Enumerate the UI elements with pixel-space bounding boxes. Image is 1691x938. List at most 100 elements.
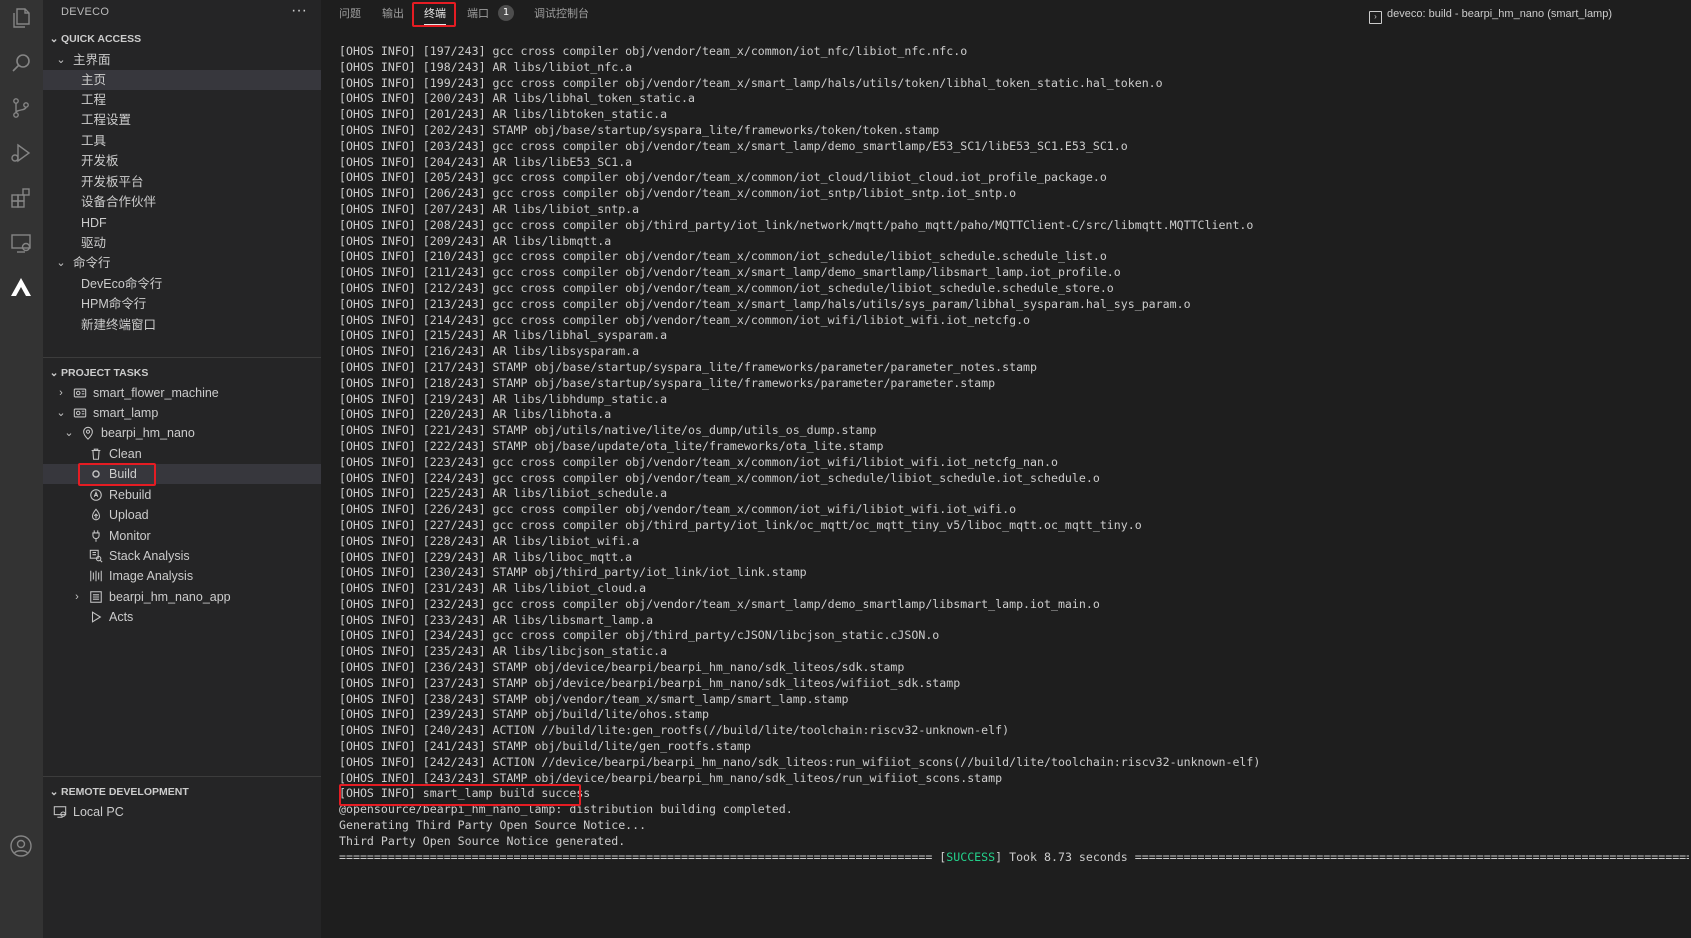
- tab-output[interactable]: 输出: [382, 5, 404, 23]
- rebuild-icon: [89, 488, 103, 502]
- ports-count-badge: 1: [498, 5, 514, 21]
- play-icon: [89, 610, 103, 624]
- source-control-icon[interactable]: [8, 95, 34, 121]
- task-bearpi-hm-nano-app[interactable]: › bearpi_hm_nano_app: [43, 587, 321, 607]
- terminal-line: [OHOS INFO] [210/243] gcc cross compiler…: [339, 249, 1107, 264]
- task-build[interactable]: Build: [43, 464, 321, 484]
- tree-item-device-partners[interactable]: 设备合作伙伴: [43, 192, 321, 212]
- task-upload[interactable]: Upload: [43, 505, 321, 525]
- terminal-line: [OHOS INFO] [215/243] AR libs/libhal_sys…: [339, 328, 668, 343]
- search-icon[interactable]: [8, 50, 34, 76]
- terminal-line: [OHOS INFO] [227/243] gcc cross compiler…: [339, 517, 1142, 532]
- chevron-down-icon: ⌄: [64, 427, 74, 439]
- tree-item-project[interactable]: 工程: [43, 90, 321, 110]
- tree-item-tools[interactable]: 工具: [43, 131, 321, 151]
- terminal-line: [OHOS INFO] [212/243] gcc cross compiler…: [339, 280, 1114, 295]
- quick-access-header[interactable]: ⌄ QUICK ACCESS: [43, 29, 321, 49]
- tree-item-hdf[interactable]: HDF: [43, 213, 321, 233]
- tree-item-project-settings[interactable]: 工程设置: [43, 110, 321, 130]
- task-stack-analysis[interactable]: Stack Analysis: [43, 546, 321, 566]
- plug-icon: [89, 529, 103, 543]
- terminal-line: [OHOS INFO] [217/243] STAMP obj/base/sta…: [339, 359, 1038, 374]
- tree-item-deveco-cli[interactable]: DevEco命令行: [43, 274, 321, 294]
- terminal-line: [OHOS INFO] [208/243] gcc cross compiler…: [339, 217, 1254, 232]
- build-circle-icon: [89, 467, 103, 481]
- activity-bar: [0, 0, 43, 938]
- extensions-icon[interactable]: [8, 185, 34, 211]
- tab-ports[interactable]: 端口: [467, 5, 489, 23]
- terminal-output[interactable]: [OHOS INFO] [197/243] gcc cross compiler…: [339, 44, 1689, 865]
- terminal-line: [OHOS INFO] [220/243] AR libs/libhota.a: [339, 407, 612, 422]
- run-debug-icon[interactable]: [8, 140, 34, 166]
- chevron-down-icon: ⌄: [49, 33, 59, 45]
- trash-icon: [89, 447, 103, 461]
- terminal-line: [OHOS INFO] [223/243] gcc cross compiler…: [339, 454, 1058, 469]
- remote-development-header[interactable]: ⌄ REMOTE DEVELOPMENT: [43, 782, 321, 802]
- tree-project-smart-flower-machine[interactable]: › smart_flower_machine: [43, 383, 321, 403]
- terminal-line: Third Party Open Source Notice generated…: [339, 833, 626, 848]
- tree-group-home[interactable]: ⌄ 主界面: [43, 50, 321, 70]
- terminal-line: [OHOS INFO] [240/243] ACTION //build/lit…: [339, 723, 1010, 738]
- tree-item-dev-board[interactable]: 开发板: [43, 151, 321, 171]
- terminal-line: [OHOS INFO] [221/243] STAMP obj/utils/na…: [339, 423, 877, 438]
- tree-board-bearpi-hm-nano[interactable]: ⌄ bearpi_hm_nano: [43, 423, 321, 443]
- terminal-line: [OHOS INFO] [198/243] AR libs/libiot_nfc…: [339, 59, 633, 74]
- chevron-down-icon: ⌄: [56, 407, 66, 419]
- sidebar-title: DEVECO: [61, 6, 110, 18]
- tree-item-new-terminal[interactable]: 新建终端窗口: [43, 315, 321, 335]
- terminal-line: [OHOS INFO] [228/243] AR libs/libiot_wif…: [339, 533, 640, 548]
- tree-item-driver[interactable]: 驱动: [43, 233, 321, 253]
- section-divider: [43, 776, 321, 777]
- terminal-line: [OHOS INFO] [205/243] gcc cross compiler…: [339, 170, 1107, 185]
- terminal-line: [OHOS INFO] [226/243] gcc cross compiler…: [339, 502, 1017, 517]
- terminal-line: [OHOS INFO] [209/243] AR libs/libmqtt.a: [339, 233, 612, 248]
- project-tasks-header[interactable]: ⌄ PROJECT TASKS: [43, 363, 321, 383]
- task-rebuild[interactable]: Rebuild: [43, 485, 321, 505]
- terminal-line: [OHOS INFO] [238/243] STAMP obj/vendor/t…: [339, 691, 849, 706]
- tab-terminal[interactable]: 终端: [424, 5, 446, 25]
- task-image-analysis[interactable]: Image Analysis: [43, 566, 321, 586]
- terminal-line: [OHOS INFO] [235/243] AR libs/libcjson_s…: [339, 644, 668, 659]
- remote-local-pc[interactable]: Local PC: [43, 802, 321, 822]
- task-monitor[interactable]: Monitor: [43, 526, 321, 546]
- terminal-line: [OHOS INFO] [199/243] gcc cross compiler…: [339, 75, 1163, 90]
- list-icon: [89, 590, 103, 604]
- remote-explorer-icon[interactable]: [8, 230, 34, 256]
- more-actions-icon[interactable]: ···: [291, 2, 307, 20]
- terminal-line: [OHOS INFO] [213/243] gcc cross compiler…: [339, 296, 1191, 311]
- tree-item-hpm-cli[interactable]: HPM命令行: [43, 294, 321, 314]
- terminal-line: [OHOS INFO] [201/243] AR libs/libtoken_s…: [339, 107, 668, 122]
- terminal-line: [OHOS INFO] [200/243] AR libs/libhal_tok…: [339, 91, 695, 106]
- terminal-line: [OHOS INFO] [211/243] gcc cross compiler…: [339, 265, 1121, 280]
- tab-debug-console[interactable]: 调试控制台: [534, 5, 589, 23]
- chevron-down-icon: ⌄: [56, 257, 66, 269]
- terminal-line: [OHOS INFO] [236/243] STAMP obj/device/b…: [339, 660, 905, 675]
- tree-item-board-platform[interactable]: 开发板平台: [43, 172, 321, 192]
- remote-pc-icon: [53, 805, 67, 819]
- deveco-icon[interactable]: [8, 274, 34, 300]
- tree-item-home-page[interactable]: 主页: [43, 70, 321, 90]
- task-acts[interactable]: Acts: [43, 607, 321, 627]
- terminal-line: [OHOS INFO] [237/243] STAMP obj/device/b…: [339, 675, 961, 690]
- terminal-line: [OHOS INFO] [232/243] gcc cross compiler…: [339, 596, 1100, 611]
- task-clean[interactable]: Clean: [43, 444, 321, 464]
- terminal-line: [OHOS INFO] [241/243] STAMP obj/build/li…: [339, 739, 751, 754]
- location-pin-icon: [81, 426, 95, 440]
- project-icon: [73, 386, 87, 400]
- tree-group-command-line[interactable]: ⌄ 命令行: [43, 253, 321, 273]
- project-icon: [73, 406, 87, 420]
- terminal-line: [OHOS INFO] [207/243] AR libs/libiot_snt…: [339, 201, 640, 216]
- terminal-line: [OHOS INFO] [233/243] AR libs/libsmart_l…: [339, 612, 654, 627]
- terminal-line: [OHOS INFO] [224/243] gcc cross compiler…: [339, 470, 1100, 485]
- chevron-down-icon: ⌄: [49, 367, 59, 379]
- terminal-line: [OHOS INFO] [231/243] AR libs/libiot_clo…: [339, 581, 647, 596]
- panel: 问题 输出 终端 端口 1 调试控制台 › deveco: build - bea…: [321, 0, 1691, 938]
- explorer-icon[interactable]: [8, 5, 34, 31]
- tab-problems[interactable]: 问题: [339, 5, 361, 23]
- account-icon[interactable]: [8, 833, 34, 859]
- terminal-line: [OHOS INFO] [216/243] AR libs/libsyspara…: [339, 344, 640, 359]
- tree-project-smart-lamp[interactable]: ⌄ smart_lamp: [43, 403, 321, 423]
- terminal-line: [OHOS INFO] [225/243] AR libs/libiot_sch…: [339, 486, 668, 501]
- terminal-line: [OHOS INFO] [243/243] STAMP obj/device/b…: [339, 770, 1003, 785]
- terminal-instance-title[interactable]: › deveco: build - bearpi_hm_nano (smart_l…: [1369, 5, 1612, 24]
